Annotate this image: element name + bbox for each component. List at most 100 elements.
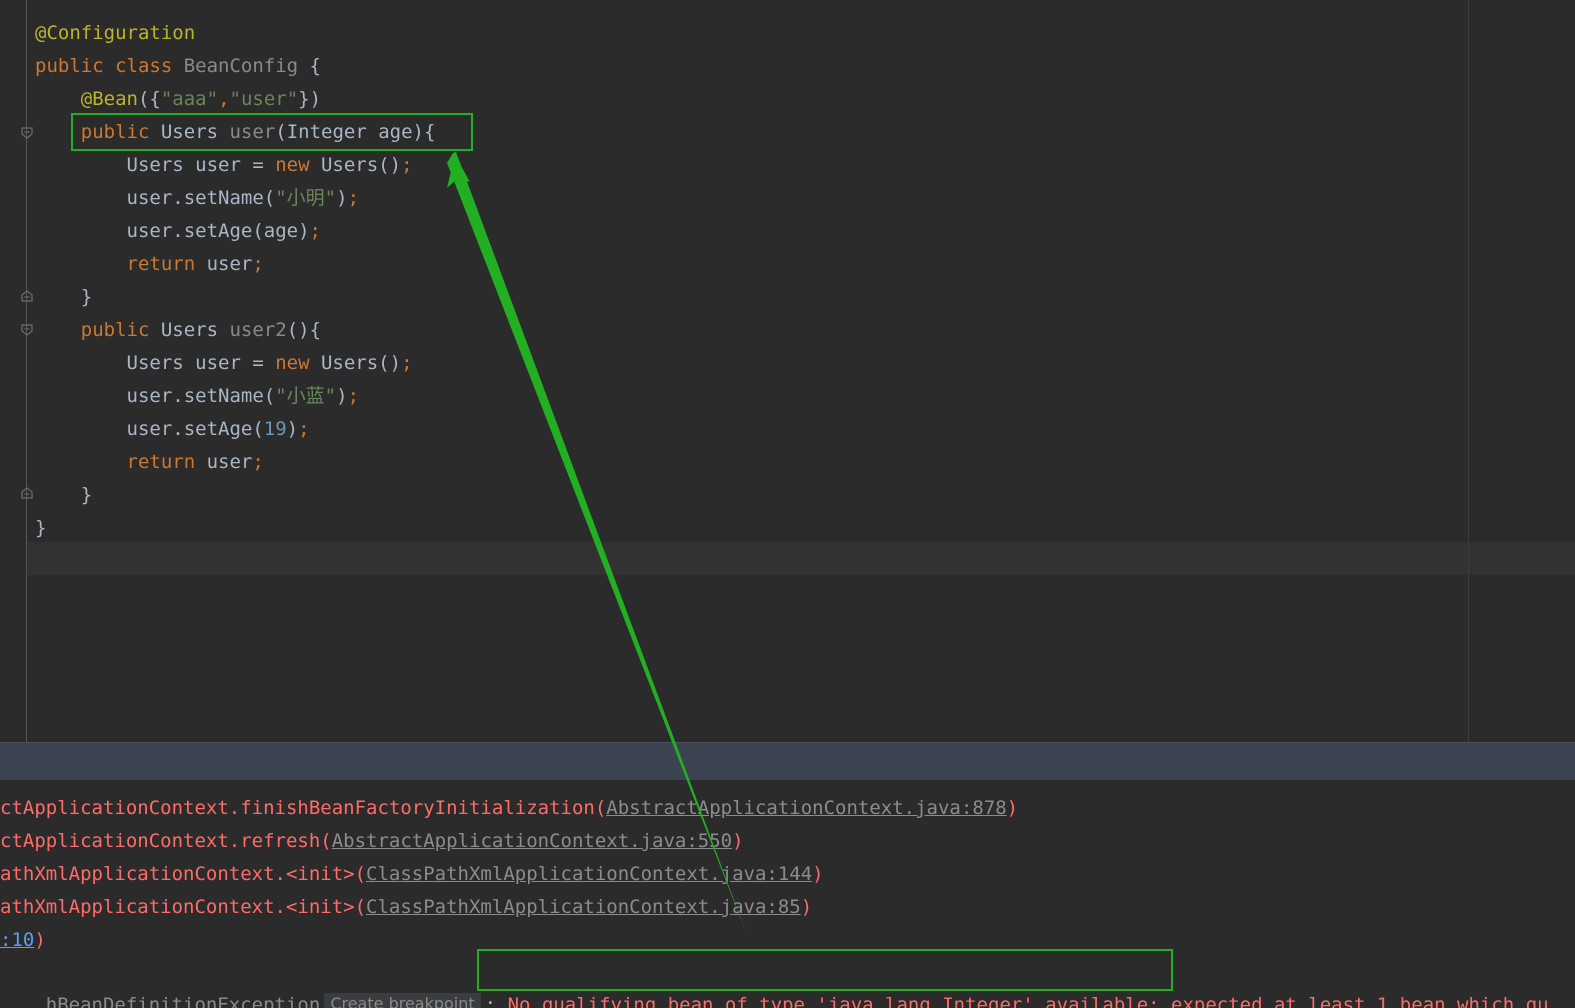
code-line-segment: ;	[252, 253, 264, 275]
code-line-segment: )	[336, 187, 348, 209]
code-line: @Configuration	[35, 17, 195, 50]
code-line-segment: {	[298, 55, 321, 77]
exception-message: No qualifying bean of type 'java.lang.In…	[507, 994, 1160, 1008]
stack-trace-line-segment[interactable]: AbstractApplicationContext.java:878	[606, 797, 1006, 819]
stack-trace-line: athXmlApplicationContext.<init>(ClassPat…	[0, 891, 812, 924]
code-line-segment: user	[206, 451, 253, 473]
code-line: user.setName("小明");	[35, 182, 360, 215]
code-line-segment	[35, 451, 127, 473]
code-line-segment: "user"	[229, 88, 299, 110]
right-margin-guide	[1468, 0, 1469, 742]
code-line: user.setAge(19);	[35, 413, 310, 446]
stack-trace-line-segment: ctApplicationContext.finishBeanFactoryIn…	[0, 797, 607, 819]
code-line-segment: }	[35, 517, 47, 539]
highlight-box-error-message	[477, 949, 1173, 991]
code-line-segment: }	[35, 286, 93, 308]
code-line: }	[35, 479, 92, 512]
code-line: return user;	[35, 248, 264, 281]
stack-trace-line-segment[interactable]: :10	[0, 929, 34, 951]
code-line-segment: user	[206, 253, 253, 275]
code-line: return user;	[35, 446, 264, 479]
exception-class-link[interactable]: hBeanDefinitionException	[46, 994, 321, 1008]
code-line-segment: ,	[218, 88, 230, 110]
code-line-segment: ;	[347, 385, 360, 407]
code-line-segment: user.setName(	[35, 187, 276, 209]
fold-collapse-icon[interactable]	[20, 126, 34, 140]
stack-trace-line: ctApplicationContext.finishBeanFactoryIn…	[0, 792, 1018, 825]
stack-trace-line-segment: )	[34, 929, 46, 951]
code-line-segment: user2	[229, 319, 287, 341]
code-line: Users user = new Users();	[35, 347, 413, 380]
code-line-segment: user.setAge(	[35, 418, 264, 440]
create-breakpoint-button[interactable]: Create breakpoint	[324, 993, 481, 1008]
code-line-segment: (){	[286, 319, 322, 341]
code-line-segment: })	[298, 88, 322, 110]
code-line-segment: BeanConfig	[183, 55, 299, 77]
code-line-segment: public class	[35, 55, 184, 77]
code-line-segment: ;	[347, 187, 360, 209]
code-line-segment: user.setAge(age)	[35, 220, 310, 242]
console-output[interactable]: ctApplicationContext.finishBeanFactoryIn…	[0, 780, 1575, 1008]
code-line-segment	[35, 253, 127, 275]
code-line-segment: @Bean	[80, 88, 138, 110]
stack-trace-line-segment[interactable]: ClassPathXmlApplicationContext.java:144	[366, 863, 812, 885]
code-editor[interactable]: @Configuration public class BeanConfig { …	[0, 0, 1575, 742]
code-line-segment: ;	[401, 352, 413, 374]
code-line-segment: public	[80, 319, 161, 341]
code-line-segment: new	[275, 352, 321, 374]
code-line-segment: return	[126, 451, 207, 473]
code-line: Users user = new Users();	[35, 149, 413, 182]
code-line: public class BeanConfig {	[35, 50, 321, 83]
code-line-segment: @Configuration	[35, 22, 196, 44]
code-line-segment: "aaa"	[160, 88, 219, 110]
fold-end-icon[interactable]	[20, 486, 34, 500]
stack-trace-line: :10)	[0, 924, 46, 957]
stack-trace-line-segment: )	[1006, 797, 1019, 819]
code-line-segment: 19	[263, 418, 287, 440]
code-line-segment: ({	[137, 88, 161, 110]
code-line-segment	[35, 88, 81, 110]
code-line-segment: }	[35, 484, 93, 506]
code-line-segment: new	[275, 154, 321, 176]
stack-trace-line: athXmlApplicationContext.<init>(ClassPat…	[0, 858, 824, 891]
code-line-segment	[35, 319, 81, 341]
fold-end-icon[interactable]	[20, 289, 34, 303]
stack-trace-line: ctApplicationContext.refresh(AbstractApp…	[0, 825, 744, 858]
code-line-segment: Users()	[320, 154, 402, 176]
code-line-segment: Users	[160, 319, 230, 341]
code-line-segment: )	[336, 385, 348, 407]
code-line-segment: )	[286, 418, 299, 440]
current-line-highlight	[27, 542, 1575, 575]
code-line-segment: Users user =	[35, 352, 276, 374]
stack-trace-line-segment: ctApplicationContext.refresh(	[0, 830, 332, 852]
code-line-segment: ;	[252, 451, 264, 473]
code-line-segment: Users user =	[35, 154, 276, 176]
gutter-divider	[26, 0, 27, 742]
code-line-segment: "小蓝"	[275, 385, 337, 407]
code-line: public Users user2(){	[35, 314, 321, 347]
code-line-segment: user.setName(	[35, 385, 276, 407]
code-line: user.setAge(age);	[35, 215, 322, 248]
code-line: }	[35, 281, 92, 314]
stack-trace-line-segment: )	[732, 830, 744, 852]
fold-collapse-icon[interactable]	[20, 323, 34, 337]
code-line: user.setName("小蓝");	[35, 380, 360, 413]
code-line-segment: return	[126, 253, 207, 275]
stack-trace-line-segment[interactable]: AbstractApplicationContext.java:550	[332, 830, 732, 852]
code-line-segment: ;	[401, 154, 413, 176]
code-line-segment: ;	[309, 220, 321, 242]
stack-trace-line-segment: )	[800, 896, 813, 918]
code-line: @Bean({"aaa","user"})	[35, 83, 321, 116]
highlight-box-method-signature	[71, 113, 473, 151]
code-line: }	[35, 512, 46, 545]
exception-message-rest: expected at least 1 bean which qu	[1159, 994, 1549, 1008]
stack-trace-line-segment[interactable]: ClassPathXmlApplicationContext.java:85	[366, 896, 801, 918]
code-line-segment: ;	[298, 418, 310, 440]
code-line-segment: Users()	[320, 352, 402, 374]
stack-trace-line-segment: athXmlApplicationContext.<init>(	[0, 863, 367, 885]
stack-trace-line-segment: )	[812, 863, 824, 885]
stack-trace-line-segment: athXmlApplicationContext.<init>(	[0, 896, 367, 918]
exception-separator: :	[484, 994, 508, 1008]
console-toolbar	[0, 742, 1575, 781]
code-line-segment: "小明"	[275, 187, 337, 209]
